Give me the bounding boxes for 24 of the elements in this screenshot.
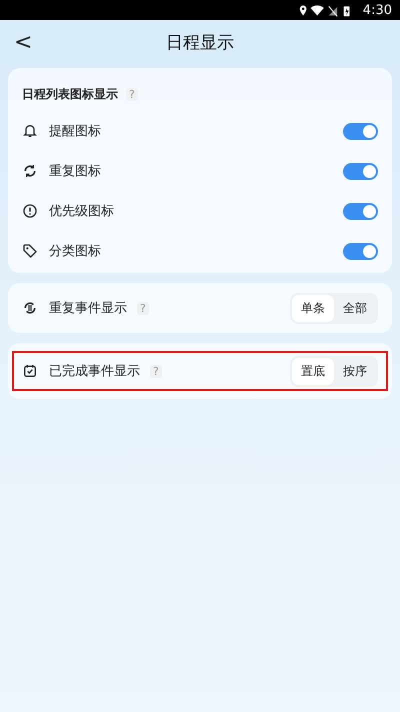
segment-option[interactable]: 按序 [334, 358, 376, 384]
setting-label: 分类图标 [49, 243, 101, 260]
setting-label: 重复图标 [49, 163, 101, 180]
toggle-switch[interactable] [343, 162, 378, 180]
toggle-switch[interactable] [343, 122, 378, 140]
segment-option[interactable]: 置底 [292, 358, 334, 384]
tag-icon [22, 243, 38, 259]
setting-label: 提醒图标 [49, 123, 101, 140]
setting-label: 优先级图标 [49, 203, 114, 220]
segment-option[interactable]: 全部 [334, 294, 376, 322]
back-button[interactable]: < [8, 28, 38, 57]
toggle-switch[interactable] [343, 202, 378, 220]
toggle-switch[interactable] [343, 242, 378, 260]
setting-label: 重复事件显示 [49, 300, 127, 317]
calendar-check-icon [22, 363, 38, 379]
page-title: 日程显示 [166, 32, 234, 54]
segment-option[interactable]: 单条 [292, 294, 334, 322]
exclamation-circle-icon [22, 203, 38, 219]
list-circle-icon [22, 300, 38, 316]
setting-label: 已完成事件显示 [49, 363, 140, 380]
clock-time: 4:30 [362, 2, 392, 18]
refresh-icon [22, 163, 38, 179]
bell-icon [22, 123, 38, 139]
section-title: 日程列表图标显示 [22, 86, 118, 103]
